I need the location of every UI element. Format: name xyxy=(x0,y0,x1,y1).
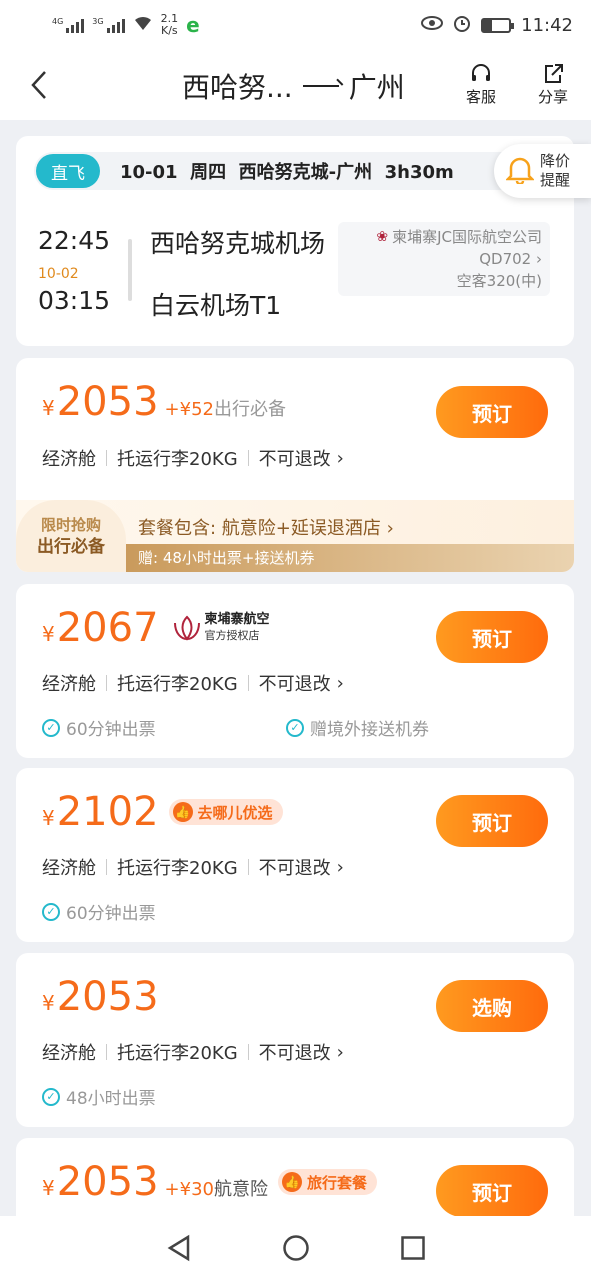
route-arrow-icon xyxy=(302,85,339,87)
thumbs-up-icon: 👍 xyxy=(281,1172,302,1192)
chevron-right-icon: › xyxy=(336,856,344,878)
nav-recents-icon[interactable] xyxy=(398,1233,428,1263)
fare-rules[interactable]: 经济舱 托运行李20KG 不可退改 › xyxy=(42,445,344,471)
departure-time: 22:45 xyxy=(38,226,111,255)
system-nav-bar xyxy=(0,1216,591,1280)
share-button[interactable]: 分享 xyxy=(538,62,568,107)
chevron-right-icon: › xyxy=(536,250,542,268)
offer-card: ¥2102 👍 去哪儿优选 预订 经济舱 托运行李20KG 不可退改 › ✓ 60分钟出票 xyxy=(16,768,574,942)
check-icon: ✓ xyxy=(286,718,304,737)
addon-price: +¥30航意险 xyxy=(164,1179,268,1200)
offer-card: ¥2053 +¥52出行必备 预订 经济舱 托运行李20KG 不可退改 › 限时抢购 … xyxy=(16,358,574,572)
destination-city: 广州 xyxy=(348,71,405,104)
offer-price: ¥2102 👍 去哪儿优选 xyxy=(42,792,283,832)
flight-info-card: 直飞 10-01 周四 西哈努克城-广州 3h30m 22:45 10-02 0… xyxy=(16,136,574,346)
offer-card: ¥2067 柬埔寨航空 官方授权店 预订 经济舱 托运行李20KG 不可退改 › ✓ 60… xyxy=(16,584,574,758)
back-button[interactable] xyxy=(24,68,54,102)
service-feature: ✓ 48小时出票 xyxy=(42,1084,156,1109)
fare-rules[interactable]: 经济舱 托运行李20KG 不可退改 › xyxy=(42,1039,344,1065)
eye-icon xyxy=(421,16,444,34)
thumbs-up-icon: 👍 xyxy=(172,802,193,822)
offer-price: ¥2053 +¥30航意险 👍 旅行套餐 xyxy=(42,1162,377,1202)
travel-package-tag: 👍 旅行套餐 xyxy=(277,1169,377,1195)
network-speed: 2.1 K/s xyxy=(160,12,179,37)
package-contents: 套餐包含: 航意险+延误退酒店 › xyxy=(138,518,394,539)
timeline-divider xyxy=(128,239,132,301)
package-gift: 赠: 48小时出票+接送机券 xyxy=(138,549,315,567)
headset-icon xyxy=(472,64,490,81)
clock: 11:42 xyxy=(521,14,573,36)
direct-flight-badge: 直飞 xyxy=(36,154,100,188)
book-button[interactable]: 预订 xyxy=(436,386,548,438)
offer-price: ¥2053 +¥52出行必备 xyxy=(42,379,286,425)
offer-price: ¥2067 柬埔寨航空 官方授权店 xyxy=(42,605,270,651)
status-bar: 4G 3G 2.1 K/s e 11:42 xyxy=(0,0,591,50)
fare-rules[interactable]: 经济舱 托运行李20KG 不可退改 › xyxy=(42,670,344,696)
signal-3g-icon: 3G xyxy=(92,17,125,33)
chevron-right-icon: › xyxy=(336,1041,344,1063)
flash-sale-badge: 限时抢购 出行必备 xyxy=(16,500,126,572)
service-feature: ✓ 60分钟出票 xyxy=(42,715,156,740)
book-button[interactable]: 预订 xyxy=(436,611,548,663)
chevron-left-icon xyxy=(31,71,46,99)
alarm-icon xyxy=(453,14,471,36)
check-icon: ✓ xyxy=(42,902,60,921)
check-icon: ✓ xyxy=(42,718,60,737)
customer-service-button[interactable]: 客服 xyxy=(466,62,496,107)
arrival-time: 03:15 xyxy=(38,286,111,315)
battery-icon xyxy=(481,17,515,33)
signal-4g-icon: 4G xyxy=(52,17,85,33)
arrival-date: 10-02 xyxy=(38,266,79,282)
select-button[interactable]: 选购 xyxy=(436,980,548,1032)
price-alert-button[interactable]: 降价 提醒 xyxy=(494,144,591,198)
flight-summary: 10-01 周四 西哈努克城-广州 3h30m xyxy=(120,162,454,183)
chevron-right-icon: › xyxy=(336,672,344,694)
airline-details[interactable]: ❀ 柬埔寨JC国际航空公司 QD702 › 空客320(中) xyxy=(338,222,550,296)
flight-number: QD702 xyxy=(479,250,532,268)
qunar-preferred-tag: 👍 去哪儿优选 xyxy=(168,799,283,825)
nav-back-icon[interactable] xyxy=(164,1233,194,1263)
origin-city: 西哈努... xyxy=(182,71,293,104)
departure-airport: 西哈努克城机场 xyxy=(150,229,326,258)
flight-summary-bar: 直飞 10-01 周四 西哈努克城-广州 3h30m xyxy=(34,152,574,190)
package-banner[interactable]: 限时抢购 出行必备 套餐包含: 航意险+延误退酒店 › 赠: 48小时出票+接送… xyxy=(16,500,574,572)
offer-card: ¥2053 选购 经济舱 托运行李20KG 不可退改 › ✓ 48小时出票 xyxy=(16,953,574,1127)
share-icon xyxy=(545,64,563,83)
route-title: 西哈努... 广州 xyxy=(182,66,405,106)
service-feature: ✓ 60分钟出票 xyxy=(42,899,156,924)
airline-logo-icon: ❀ xyxy=(376,229,389,245)
airline-store-tag: 柬埔寨航空 官方授权店 xyxy=(171,612,270,644)
arrival-airport: 白云机场T1 xyxy=(150,291,282,320)
wifi-icon xyxy=(133,15,153,35)
airline-name: 柬埔寨JC国际航空公司 xyxy=(392,228,542,246)
chevron-right-icon: › xyxy=(336,447,344,469)
browser-e-icon: e xyxy=(186,13,200,37)
bell-icon xyxy=(504,154,536,189)
service-feature: ✓ 赠境外接送机券 xyxy=(286,715,429,740)
nav-home-icon[interactable] xyxy=(281,1233,311,1263)
book-button[interactable]: 预订 xyxy=(436,1165,548,1217)
fare-rules[interactable]: 经济舱 托运行李20KG 不可退改 › xyxy=(42,854,344,880)
check-icon: ✓ xyxy=(42,1087,60,1106)
offer-price: ¥2053 xyxy=(42,974,159,1020)
aircraft-type: 空客320(中) xyxy=(456,272,542,290)
book-button[interactable]: 预订 xyxy=(436,795,548,847)
nav-bar: 西哈努... 广州 客服 分享 xyxy=(0,50,591,120)
cambodia-airways-logo-icon xyxy=(171,615,201,641)
addon-price: +¥52出行必备 xyxy=(164,399,286,420)
